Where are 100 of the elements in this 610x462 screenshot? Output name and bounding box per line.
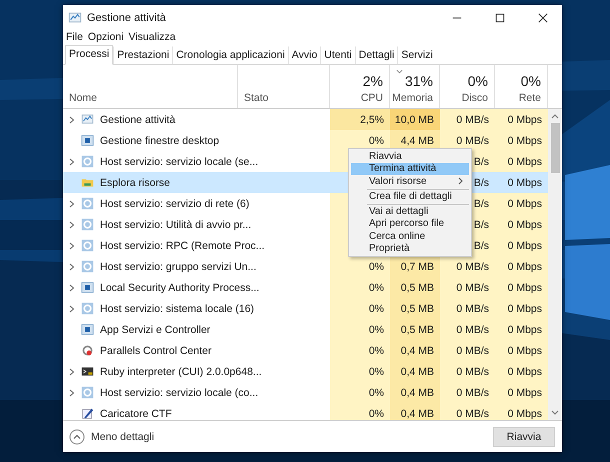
menu-item[interactable]: Termina attività (351, 162, 469, 175)
process-name: Host servizio: servizio locale (co... (100, 386, 258, 398)
process-name: Host servizio: sistema locale (16) (100, 302, 254, 314)
tab[interactable]: Avvio (288, 46, 320, 64)
menu-item[interactable]: Proprietà (351, 242, 469, 255)
process-row[interactable]: Gestione attività 2,5% 10,0 MB 0 MB/s 0 Mbps (63, 109, 548, 130)
column-header[interactable]: CPU (360, 92, 383, 104)
process-row[interactable]: Host servizio: servizio locale (co... 0% 0,4 MB 0 MB/s 0 Mbps (63, 382, 548, 403)
chevron-right-icon[interactable] (69, 158, 75, 166)
column-header[interactable]: Rete (518, 92, 541, 104)
table-cell: 0 MB/s (456, 114, 489, 126)
process-name: Gestione finestre desktop (100, 134, 220, 146)
process-row[interactable]: App Servizi e Controller 0% 0,5 MB 0 MB/s 0 Mbps (63, 319, 548, 340)
menu-item[interactable]: Opzioni (88, 31, 124, 43)
table-cell: 0,4 MB (400, 408, 434, 420)
process-row[interactable]: Caricatore CTF 0% 0,4 MB 0 MB/s 0 Mbps (63, 403, 548, 420)
table-cell: 0 Mbps (508, 344, 542, 356)
table-cell: 0 MB/s (456, 366, 489, 378)
table-cell: B/s (474, 176, 489, 188)
window-title: Gestione attività (87, 12, 166, 24)
table-cell: B/s (474, 156, 489, 168)
menu-item[interactable]: Valori risorse (351, 175, 469, 188)
table-cell: 0 Mbps (508, 282, 542, 294)
process-row[interactable]: Local Security Authority Process... 0% 0,5 MB 0 MB/s 0 Mbps (63, 277, 548, 298)
window-icon (81, 134, 94, 147)
tab[interactable]: Dettagli (354, 46, 398, 64)
chevron-right-icon[interactable] (69, 242, 75, 250)
menu-item[interactable]: Cerca online (351, 230, 469, 242)
table-cell: 0 Mbps (508, 114, 542, 126)
table-cell: 0,5 MB (400, 282, 434, 294)
table-cell: 0% (368, 344, 384, 356)
scroll-up-icon[interactable] (551, 113, 559, 119)
table-cell: 0,5 MB (400, 302, 434, 314)
process-name: Caricatore CTF (100, 408, 172, 420)
tab[interactable]: Cronologia applicazioni (172, 46, 288, 64)
tab[interactable]: Prestazioni (113, 46, 172, 64)
column-header[interactable]: Memoria (392, 92, 433, 104)
menu-item[interactable]: Visualizza (128, 31, 176, 43)
table-cell: 0 MB/s (456, 408, 489, 420)
process-row[interactable]: Host servizio: sistema locale (16) 0% 0,5 MB 0 MB/s 0 Mbps (63, 298, 548, 319)
table-cell: 0 Mbps (508, 302, 542, 314)
process-name: App Servizi e Controller (100, 324, 210, 336)
table-cell: 4,4 MB (400, 134, 434, 146)
column-percent: 2% (362, 73, 383, 89)
tab[interactable]: Servizi (397, 46, 436, 64)
chevron-right-icon[interactable] (69, 262, 75, 270)
collapse-icon[interactable] (69, 428, 85, 444)
process-name: Host servizio: servizio di rete (6) (100, 198, 250, 210)
menu-item[interactable]: Riavvia (351, 150, 469, 162)
chevron-right-icon[interactable] (69, 220, 75, 228)
restart-button[interactable]: Riavvia (493, 426, 555, 446)
process-name: Host servizio: gruppo servizi Un... (100, 260, 256, 272)
task-manager-icon (81, 113, 94, 126)
table-cell: 0% (368, 324, 384, 336)
process-row[interactable]: Ruby interpreter (CUI) 2.0.0p648... 0% 0,4 MB 0 MB/s 0 Mbps (63, 361, 548, 382)
table-cell: 0 MB/s (456, 324, 489, 336)
table-cell: 0 Mbps (508, 324, 542, 336)
column-header[interactable]: Stato (244, 92, 269, 104)
process-name: Host servizio: servizio locale (se... (100, 156, 258, 168)
table-cell: 0 MB/s (456, 344, 489, 356)
maximize-icon[interactable] (495, 12, 505, 22)
process-row[interactable]: Parallels Control Center 0% 0,4 MB 0 MB/s 0 Mbps (63, 340, 548, 361)
table-cell: 0 Mbps (508, 176, 542, 188)
chevron-right-icon[interactable] (69, 368, 75, 376)
menu-item[interactable]: Apri percorso file (351, 218, 469, 230)
process-name: Local Security Authority Process... (100, 282, 260, 294)
tab[interactable]: Processi (65, 45, 114, 65)
close-icon[interactable] (538, 12, 548, 22)
details-toggle-link[interactable]: Meno dettagli (91, 430, 154, 442)
table-cell: B/s (474, 198, 489, 210)
table-cell: 0 Mbps (508, 240, 542, 252)
process-name: Host servizio: Utilità di avvio pr... (100, 218, 252, 230)
table-cell: 0% (368, 302, 384, 314)
scrollbar-thumb[interactable] (550, 123, 560, 173)
chevron-right-icon[interactable] (69, 200, 75, 208)
process-row[interactable]: Gestione finestre desktop 0% 4,4 MB 0 MB/s 0 Mbps (63, 130, 548, 151)
table-cell: 0,4 MB (400, 344, 434, 356)
chevron-right-icon[interactable] (69, 388, 75, 396)
column-header[interactable]: Nome (69, 92, 98, 104)
menu-item[interactable]: File (66, 31, 83, 43)
scroll-down-icon[interactable] (551, 410, 559, 416)
scrollbar[interactable] (548, 109, 562, 420)
process-row[interactable]: Host servizio: gruppo servizi Un... 0% 0,7 MB 0 MB/s 0 Mbps (63, 256, 548, 277)
table-cell: 0 MB/s (456, 134, 489, 146)
table-cell: 0,4 MB (400, 366, 434, 378)
table-cell: 0% (368, 134, 384, 146)
table-cell: 10,0 MB (394, 114, 434, 126)
pen-icon (81, 407, 94, 420)
tab[interactable]: Utenti (320, 46, 355, 64)
chevron-right-icon[interactable] (69, 284, 75, 292)
table-cell: 0 MB/s (456, 302, 489, 314)
table-cell: 0 Mbps (508, 198, 542, 210)
chevron-right-icon[interactable] (69, 116, 75, 124)
table-cell: 0,7 MB (400, 260, 434, 272)
chevron-right-icon[interactable] (69, 304, 75, 312)
column-header[interactable]: Disco (462, 92, 488, 104)
table-cell: 0,4 MB (400, 386, 434, 398)
task-manager-icon (68, 10, 82, 24)
table-cell: 0% (368, 408, 384, 420)
table-cell: 0 MB/s (456, 386, 489, 398)
